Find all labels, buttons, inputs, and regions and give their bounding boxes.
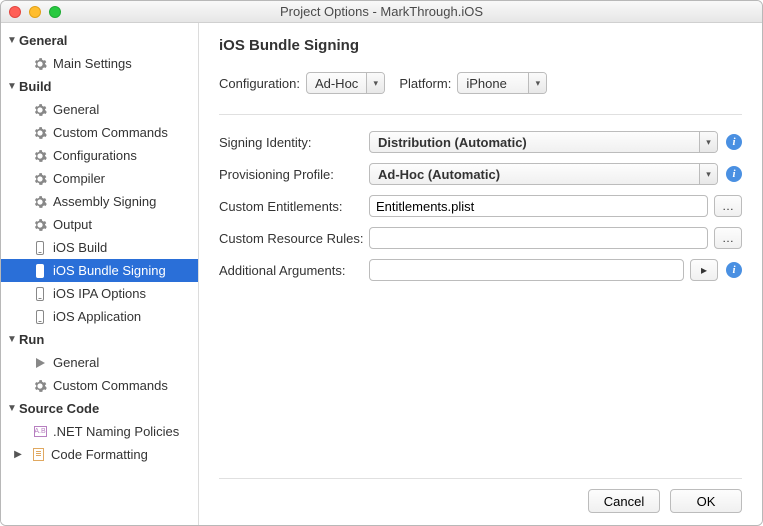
zoom-icon[interactable]: [49, 6, 61, 18]
sidebar-category-label: Run: [19, 332, 44, 347]
arguments-menu-button[interactable]: ▸: [690, 259, 718, 281]
gear-icon: [33, 149, 47, 163]
provisioning-profile-select[interactable]: Ad-Hoc (Automatic) ▾: [369, 163, 718, 185]
sidebar-item-label: iOS Application: [53, 309, 141, 324]
gear-icon: [33, 103, 47, 117]
sidebar-item[interactable]: Output: [1, 213, 198, 236]
sidebar-category-label: Source Code: [19, 401, 99, 416]
sidebar-category-label: Build: [19, 79, 52, 94]
sidebar-item-label: iOS IPA Options: [53, 286, 146, 301]
signing-identity-select[interactable]: Distribution (Automatic) ▾: [369, 131, 718, 153]
sidebar-item-label: Compiler: [53, 171, 105, 186]
minimize-icon[interactable]: [29, 6, 41, 18]
sidebar-category-label: General: [19, 33, 67, 48]
configuration-label: Configuration:: [219, 76, 300, 91]
chevron-down-icon: ▾: [699, 164, 717, 184]
browse-button[interactable]: …: [714, 227, 742, 249]
phone-icon: [33, 264, 47, 278]
additional-arguments-label: Additional Arguments:: [219, 263, 369, 278]
divider: [219, 114, 742, 115]
close-icon[interactable]: [9, 6, 21, 18]
titlebar: Project Options - MarkThrough.iOS: [1, 1, 762, 23]
gear-icon: [33, 57, 47, 71]
gear-icon: [33, 379, 47, 393]
ok-button[interactable]: OK: [670, 489, 742, 513]
sidebar-item[interactable]: Configurations: [1, 144, 198, 167]
sidebar-item-label: Configurations: [53, 148, 137, 163]
sidebar-item[interactable]: General: [1, 351, 198, 374]
phone-icon: [33, 310, 47, 324]
sidebar-item[interactable]: General: [1, 98, 198, 121]
chevron-down-icon: ▾: [528, 73, 546, 93]
sidebar-item-label: Output: [53, 217, 92, 232]
sidebar: ▼GeneralMain Settings▼BuildGeneralCustom…: [1, 23, 199, 525]
gear-icon: [33, 218, 47, 232]
main-panel: iOS Bundle Signing Configuration: Ad-Hoc…: [199, 23, 762, 525]
sidebar-category[interactable]: ▼General: [1, 29, 198, 52]
sidebar-item-label: iOS Bundle Signing: [53, 263, 166, 278]
sidebar-item[interactable]: Custom Commands: [1, 121, 198, 144]
disclosure-icon: ▼: [7, 334, 17, 345]
info-icon[interactable]: i: [726, 134, 742, 150]
traffic-lights: [9, 6, 61, 18]
naming-icon: A.B: [33, 425, 47, 439]
sidebar-item[interactable]: iOS Bundle Signing: [1, 259, 198, 282]
sidebar-item-label: General: [53, 355, 99, 370]
sidebar-item-label: Code Formatting: [51, 447, 148, 462]
sidebar-category[interactable]: ▼Source Code: [1, 397, 198, 420]
sidebar-item-label: Assembly Signing: [53, 194, 156, 209]
disclosure-icon: ▶: [13, 449, 23, 460]
info-icon[interactable]: i: [726, 262, 742, 278]
project-options-window: Project Options - MarkThrough.iOS ▼Gener…: [0, 0, 763, 526]
sidebar-item-label: .NET Naming Policies: [53, 424, 179, 439]
document-icon: [31, 448, 45, 462]
configuration-select[interactable]: Ad-Hoc ▾: [306, 72, 385, 94]
sidebar-item-label: Custom Commands: [53, 125, 168, 140]
custom-resource-rules-input[interactable]: [369, 227, 708, 249]
phone-icon: [33, 241, 47, 255]
sidebar-item[interactable]: Custom Commands: [1, 374, 198, 397]
page-title: iOS Bundle Signing: [219, 37, 742, 54]
custom-resource-rules-label: Custom Resource Rules:: [219, 231, 369, 246]
custom-entitlements-label: Custom Entitlements:: [219, 199, 369, 214]
browse-button[interactable]: …: [714, 195, 742, 217]
gear-icon: [33, 126, 47, 140]
disclosure-icon: ▼: [7, 403, 17, 414]
chevron-down-icon: ▾: [699, 132, 717, 152]
platform-select[interactable]: iPhone ▾: [457, 72, 547, 94]
disclosure-icon: ▼: [7, 81, 17, 92]
sidebar-item-label: Custom Commands: [53, 378, 168, 393]
disclosure-icon: ▼: [7, 35, 17, 46]
chevron-down-icon: ▾: [366, 73, 384, 93]
signing-identity-label: Signing Identity:: [219, 135, 369, 150]
sidebar-category[interactable]: ▼Run: [1, 328, 198, 351]
sidebar-item[interactable]: iOS Application: [1, 305, 198, 328]
footer: Cancel OK: [219, 478, 742, 513]
sidebar-item[interactable]: Compiler: [1, 167, 198, 190]
platform-label: Platform:: [399, 76, 451, 91]
phone-icon: [33, 287, 47, 301]
sidebar-item[interactable]: Main Settings: [1, 52, 198, 75]
window-title: Project Options - MarkThrough.iOS: [1, 4, 762, 19]
sidebar-item-label: Main Settings: [53, 56, 132, 71]
sidebar-item[interactable]: iOS IPA Options: [1, 282, 198, 305]
sidebar-item-label: General: [53, 102, 99, 117]
sidebar-item[interactable]: ▶ Code Formatting: [1, 443, 198, 466]
sidebar-item[interactable]: A.B .NET Naming Policies: [1, 420, 198, 443]
gear-icon: [33, 195, 47, 209]
play-icon: [33, 356, 47, 370]
custom-entitlements-input[interactable]: [369, 195, 708, 217]
sidebar-item[interactable]: Assembly Signing: [1, 190, 198, 213]
sidebar-category[interactable]: ▼Build: [1, 75, 198, 98]
sidebar-item-label: iOS Build: [53, 240, 107, 255]
provisioning-profile-label: Provisioning Profile:: [219, 167, 369, 182]
additional-arguments-input[interactable]: [369, 259, 684, 281]
gear-icon: [33, 172, 47, 186]
info-icon[interactable]: i: [726, 166, 742, 182]
sidebar-item[interactable]: iOS Build: [1, 236, 198, 259]
cancel-button[interactable]: Cancel: [588, 489, 660, 513]
